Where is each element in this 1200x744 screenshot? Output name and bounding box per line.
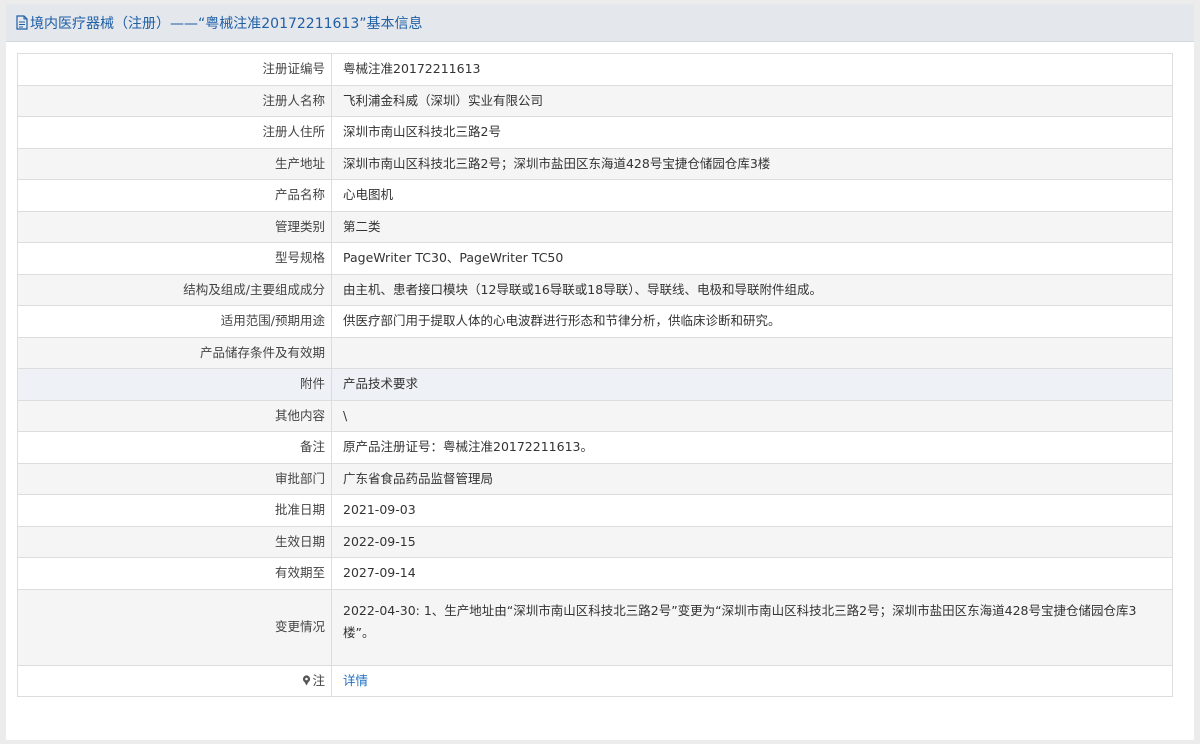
row-value: 2021-09-03 <box>331 494 1173 527</box>
row-value: PageWriter TC30、PageWriter TC50 <box>331 242 1173 275</box>
table-row: 备注 原产品注册证号：粤械注准20172211613。 <box>17 431 1173 464</box>
row-label: 产品储存条件及有效期 <box>17 336 332 369</box>
row-label: 型号规格 <box>17 242 332 275</box>
table-row: 产品名称 心电图机 <box>17 179 1173 212</box>
note-label: 注 <box>312 672 325 688</box>
row-value: 广东省食品药品监督管理局 <box>331 462 1173 495</box>
table-row: 结构及组成/主要组成成分 由主机、患者接口模块（12导联或16导联或18导联）、… <box>17 273 1173 306</box>
note-label-cell: 注 <box>17 664 332 697</box>
table-row: 产品储存条件及有效期 <box>17 336 1173 369</box>
row-label: 附件 <box>17 368 332 401</box>
table-row: 变更情况 2022-04-30: 1、生产地址由“深圳市南山区科技北三路2号”变… <box>17 588 1173 666</box>
row-value <box>331 336 1173 369</box>
info-panel: 境内医疗器械（注册）——“粤械注准20172211613”基本信息 注册证编号 … <box>6 4 1194 740</box>
row-value: 第二类 <box>331 210 1173 243</box>
note-value-cell: 详情 <box>331 664 1173 697</box>
row-value: \ <box>331 399 1173 432</box>
row-value: 深圳市南山区科技北三路2号 <box>331 116 1173 149</box>
row-value: 2027-09-14 <box>331 557 1173 590</box>
row-label: 有效期至 <box>17 557 332 590</box>
table-row: 生效日期 2022-09-15 <box>17 525 1173 558</box>
row-label: 其他内容 <box>17 399 332 432</box>
row-label: 结构及组成/主要组成成分 <box>17 273 332 306</box>
row-value: 2022-09-15 <box>331 525 1173 558</box>
row-label: 管理类别 <box>17 210 332 243</box>
row-label: 生产地址 <box>17 147 332 180</box>
table-row: 审批部门 广东省食品药品监督管理局 <box>17 462 1173 495</box>
row-label: 备注 <box>17 431 332 464</box>
table-row: 附件 产品技术要求 <box>17 368 1173 401</box>
row-value: 供医疗部门用于提取人体的心电波群进行形态和节律分析，供临床诊断和研究。 <box>331 305 1173 338</box>
table-row: 注册人住所 深圳市南山区科技北三路2号 <box>17 116 1173 149</box>
row-label: 注册人名称 <box>17 84 332 117</box>
row-label: 注册证编号 <box>17 53 332 86</box>
table-row: 适用范围/预期用途 供医疗部门用于提取人体的心电波群进行形态和节律分析，供临床诊… <box>17 305 1173 338</box>
table-row: 批准日期 2021-09-03 <box>17 494 1173 527</box>
details-link[interactable]: 详情 <box>343 673 368 688</box>
row-label: 变更情况 <box>17 588 332 666</box>
row-value: 粤械注准20172211613 <box>331 53 1173 86</box>
row-label: 产品名称 <box>17 179 332 212</box>
table-row: 其他内容 \ <box>17 399 1173 432</box>
row-label: 审批部门 <box>17 462 332 495</box>
row-value: 深圳市南山区科技北三路2号；深圳市盐田区东海道428号宝捷仓储园仓库3楼 <box>331 147 1173 180</box>
table-row: 注册人名称 飞利浦金科威（深圳）实业有限公司 <box>17 84 1173 117</box>
pin-icon <box>303 675 311 686</box>
row-label: 注册人住所 <box>17 116 332 149</box>
row-value: 原产品注册证号：粤械注准20172211613。 <box>331 431 1173 464</box>
table-row: 生产地址 深圳市南山区科技北三路2号；深圳市盐田区东海道428号宝捷仓储园仓库3… <box>17 147 1173 180</box>
document-icon <box>16 15 28 30</box>
row-value: 由主机、患者接口模块（12导联或16导联或18导联）、导联线、电极和导联附件组成… <box>331 273 1173 306</box>
note-row: 注 详情 <box>17 664 1173 697</box>
table-row: 注册证编号 粤械注准20172211613 <box>17 53 1173 86</box>
table-row: 管理类别 第二类 <box>17 210 1173 243</box>
row-label: 批准日期 <box>17 494 332 527</box>
row-label: 生效日期 <box>17 525 332 558</box>
info-table: 注册证编号 粤械注准20172211613 注册人名称 飞利浦金科威（深圳）实业… <box>17 53 1173 697</box>
table-row: 型号规格 PageWriter TC30、PageWriter TC50 <box>17 242 1173 275</box>
page-title: 境内医疗器械（注册）——“粤械注准20172211613”基本信息 <box>30 15 423 32</box>
row-value: 2022-04-30: 1、生产地址由“深圳市南山区科技北三路2号”变更为“深圳… <box>331 588 1173 666</box>
row-label: 适用范围/预期用途 <box>17 305 332 338</box>
table-row: 有效期至 2027-09-14 <box>17 557 1173 590</box>
row-value: 心电图机 <box>331 179 1173 212</box>
row-value: 产品技术要求 <box>331 368 1173 401</box>
row-value: 飞利浦金科威（深圳）实业有限公司 <box>331 84 1173 117</box>
title-bar: 境内医疗器械（注册）——“粤械注准20172211613”基本信息 <box>6 4 1194 42</box>
